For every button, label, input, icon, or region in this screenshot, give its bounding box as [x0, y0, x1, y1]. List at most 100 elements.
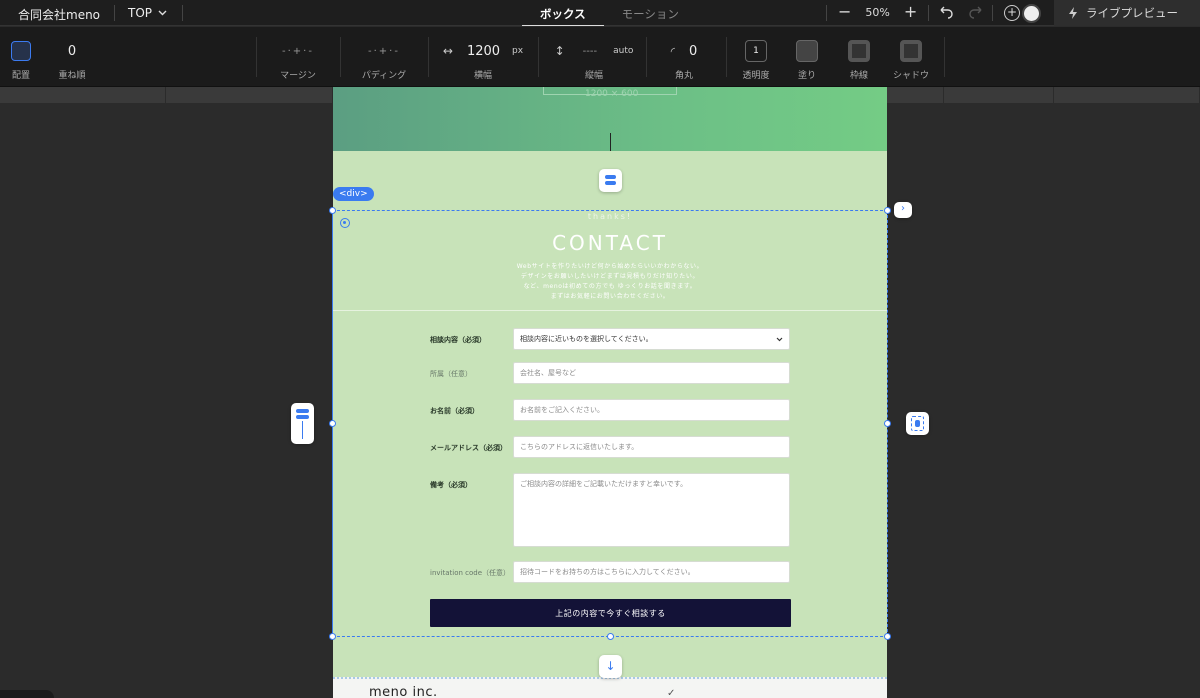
- fill-swatch-icon[interactable]: [796, 40, 818, 62]
- margin-left-handle[interactable]: [291, 403, 314, 444]
- canvas-right-margin: [887, 103, 1200, 698]
- resize-handle[interactable]: [607, 633, 614, 640]
- ruler-segment: [166, 87, 333, 103]
- lead-line: など、menoは初めての方でも ゆっくりお話を聞きます。: [523, 283, 697, 290]
- margin-handle-bar: [605, 181, 616, 185]
- footer[interactable]: meno inc. ✓: [333, 677, 887, 698]
- border-property[interactable]: 枠線: [842, 27, 876, 87]
- undo-icon[interactable]: [938, 4, 954, 20]
- tab-motion[interactable]: モーション: [604, 0, 697, 26]
- resize-handle[interactable]: [884, 420, 891, 427]
- section-divider: [333, 310, 887, 311]
- padding-label: パディング: [361, 71, 407, 81]
- chevron-down-icon: [158, 10, 167, 16]
- tab-box[interactable]: ボックス: [522, 0, 604, 26]
- submit-button[interactable]: 上記の内容で今すぐ相談する: [430, 599, 791, 627]
- opacity-property[interactable]: 1 透明度: [736, 27, 776, 87]
- resize-handle[interactable]: [884, 633, 891, 640]
- inquiry-select[interactable]: 相談内容に近いものを選択してください。: [513, 328, 790, 350]
- avatar[interactable]: [1022, 4, 1041, 23]
- property-divider: [428, 37, 429, 77]
- border-swatch-icon[interactable]: [848, 40, 870, 62]
- email-input[interactable]: こちらのアドレスに返信いたします。: [513, 436, 790, 458]
- shadow-property[interactable]: シャドウ: [888, 27, 934, 87]
- opacity-value[interactable]: 1: [745, 40, 767, 62]
- fill-property[interactable]: 塗り: [790, 27, 824, 87]
- company-name[interactable]: 合同会社meno: [18, 6, 100, 23]
- height-unit[interactable]: auto: [613, 46, 633, 56]
- form-label-inquiry: 相談内容（必須）: [430, 336, 486, 344]
- layout-property[interactable]: 配置: [6, 27, 36, 87]
- z-order-value[interactable]: 0: [52, 42, 92, 60]
- z-order-property[interactable]: 0 重ね順: [52, 27, 92, 87]
- resize-handle[interactable]: [329, 420, 336, 427]
- live-preview-button[interactable]: ライブプレビュー: [1054, 0, 1200, 26]
- padding-right-handle[interactable]: [906, 412, 929, 435]
- page-selector[interactable]: TOP: [128, 6, 167, 20]
- margin-dots-icon: -·+·-: [282, 45, 314, 57]
- height-value[interactable]: ----: [583, 46, 597, 57]
- form-label-email: メールアドレス（必須）: [430, 444, 507, 452]
- form-label-notes: 備考（必須）: [430, 481, 472, 489]
- topbar-divider: [182, 5, 183, 21]
- property-divider: [340, 37, 341, 77]
- padding-property[interactable]: -·+·- パディング: [356, 27, 412, 87]
- footer-logo: meno inc.: [369, 685, 438, 698]
- topbar-divider: [114, 5, 115, 21]
- section-title: CONTACT: [552, 231, 668, 255]
- move-down-button[interactable]: ↓: [599, 655, 622, 678]
- z-order-label: 重ね順: [58, 71, 86, 81]
- lead-line: Webサイトを作りたいけど何から始めたらいいかわからない。: [516, 263, 704, 270]
- topbar-divider: [992, 5, 993, 21]
- chevron-down-icon: [776, 337, 783, 341]
- border-label: 枠線: [849, 71, 868, 81]
- mode-tabs: ボックス モーション: [522, 0, 697, 26]
- property-divider: [646, 37, 647, 77]
- width-unit[interactable]: px: [512, 46, 523, 56]
- margin-handle-bar: [605, 175, 616, 179]
- height-property[interactable]: ↕ ---- auto 縦幅: [548, 27, 640, 87]
- history-controls: [938, 4, 984, 20]
- ruler-segment: [887, 87, 944, 103]
- margin-property[interactable]: -·+·- マージン: [270, 27, 326, 87]
- ruler-segment: [0, 87, 166, 103]
- section-lead: Webサイトを作りたいけど何から始めたらいいかわからない。 デザインをお願いした…: [433, 262, 787, 302]
- lead-line: デザインをお願いしたいけどまずは見積もりだけ知りたい。: [520, 273, 700, 280]
- arrow-down-icon: ↓: [605, 659, 616, 673]
- name-input[interactable]: お名前をご記入ください。: [513, 399, 790, 421]
- margin-handle-line: [302, 421, 303, 439]
- chevron-right-icon: ›: [901, 203, 905, 214]
- radius-property[interactable]: ◜ 0 角丸: [654, 27, 714, 87]
- width-property[interactable]: ↔ 1200 px 横幅: [438, 27, 528, 87]
- margin-top-handle[interactable]: [599, 169, 622, 192]
- property-divider: [944, 37, 945, 77]
- margin-handle-bar: [296, 415, 309, 419]
- resize-handle[interactable]: [884, 207, 891, 214]
- shadow-swatch-icon[interactable]: [900, 40, 922, 62]
- redo-icon[interactable]: [968, 4, 984, 20]
- zoom-out-button[interactable]: −: [838, 4, 851, 20]
- page-selector-label: TOP: [128, 6, 153, 20]
- ruler-segment: [944, 87, 1054, 103]
- affiliation-input[interactable]: 会社名、屋号など: [513, 362, 790, 384]
- target-icon[interactable]: [340, 218, 350, 228]
- opacity-label: 透明度: [742, 71, 770, 81]
- resize-handle[interactable]: [329, 633, 336, 640]
- width-value[interactable]: 1200: [467, 44, 500, 59]
- notes-textarea[interactable]: ご相談内容の詳細をご記載いただけますと幸いです。: [513, 473, 790, 547]
- resize-handle[interactable]: [329, 207, 336, 214]
- expand-right-button[interactable]: ›: [894, 202, 912, 218]
- property-divider: [538, 37, 539, 77]
- selection-tag[interactable]: <div>: [333, 187, 374, 201]
- margin-label: マージン: [280, 71, 316, 81]
- zoom-in-button[interactable]: +: [904, 4, 917, 20]
- property-divider: [726, 37, 727, 77]
- invitation-code-input[interactable]: 招待コードをお持ちの方はこちらに入力してください。: [513, 561, 790, 583]
- canvas-left-margin: [0, 103, 333, 698]
- radius-value[interactable]: 0: [689, 44, 697, 59]
- margin-handle-bar: [296, 409, 309, 413]
- shadow-label: シャドウ: [892, 71, 929, 81]
- zoom-level[interactable]: 50%: [865, 6, 889, 19]
- add-collaborator-icon[interactable]: +: [1004, 5, 1020, 21]
- fill-label: 塗り: [797, 71, 816, 81]
